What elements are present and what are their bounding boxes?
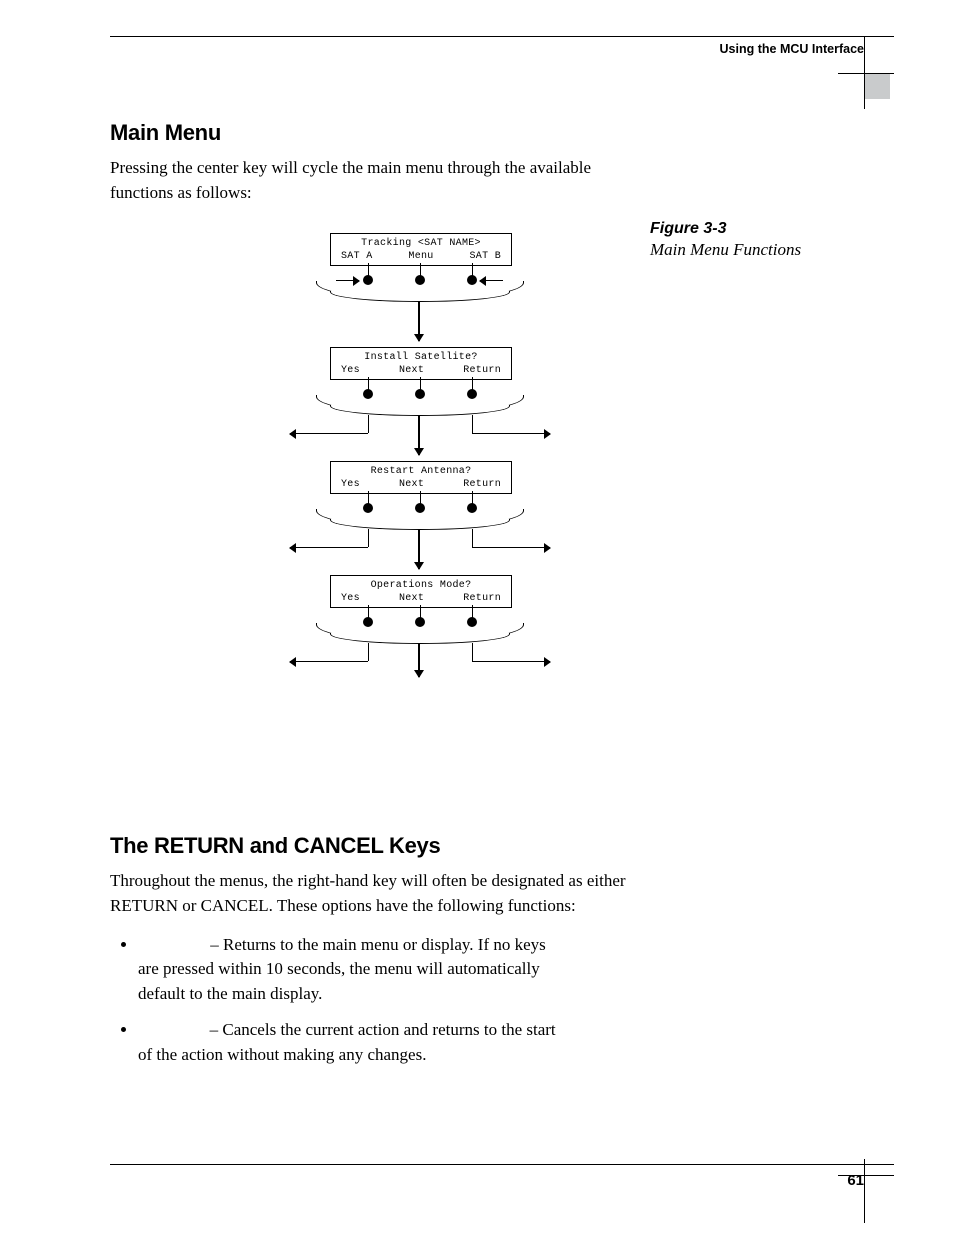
screen1-line1: Tracking <SAT NAME> <box>331 234 511 249</box>
btn-right <box>467 275 477 285</box>
bullet-cancel-text: – Cancels the current action and returns… <box>138 1020 556 1064</box>
screen1-mid: Menu <box>408 251 433 262</box>
btn-mid <box>415 275 425 285</box>
screen3-mid: Next <box>399 479 424 490</box>
btn-left <box>363 275 373 285</box>
figure-diagram: Tracking <SAT NAME> SAT A Menu SAT B Ins… <box>290 233 550 753</box>
para-return-cancel: Throughout the menus, the right-hand key… <box>110 869 630 918</box>
header-section: Using the MCU Interface <box>720 42 864 56</box>
screen4-right: Return <box>463 593 501 604</box>
para-main-menu: Pressing the center key will cycle the m… <box>110 156 630 205</box>
screen2-right: Return <box>463 365 501 376</box>
screen3-right: Return <box>463 479 501 490</box>
bullet-return: RETURN – Returns to the main menu or dis… <box>138 933 568 1007</box>
crop-mark-top <box>848 65 894 95</box>
figure-title: Main Menu Functions <box>650 240 880 260</box>
heading-return-cancel: The RETURN and CANCEL Keys <box>110 833 894 859</box>
bullet-return-text: – Returns to the main menu or display. I… <box>138 935 546 1003</box>
screen2-left: Yes <box>341 365 360 376</box>
screen2-mid: Next <box>399 365 424 376</box>
screen2-line1: Install Satellite? <box>331 348 511 363</box>
screen4-mid: Next <box>399 593 424 604</box>
header-rule <box>110 36 894 37</box>
heading-main-menu: Main Menu <box>110 120 894 146</box>
screen1-left: SAT A <box>341 251 373 262</box>
screen3-left: Yes <box>341 479 360 490</box>
footer-rule <box>110 1164 894 1165</box>
screen4-left: Yes <box>341 593 360 604</box>
bullet-cancel: CANCEL – Cancels the current action and … <box>138 1018 568 1067</box>
screen1-right: SAT B <box>469 251 501 262</box>
screen3-line1: Restart Antenna? <box>331 462 511 477</box>
screen4-line1: Operations Mode? <box>331 576 511 591</box>
crop-mark-bottom <box>848 1165 894 1195</box>
figure-number: Figure 3-3 <box>650 220 880 238</box>
